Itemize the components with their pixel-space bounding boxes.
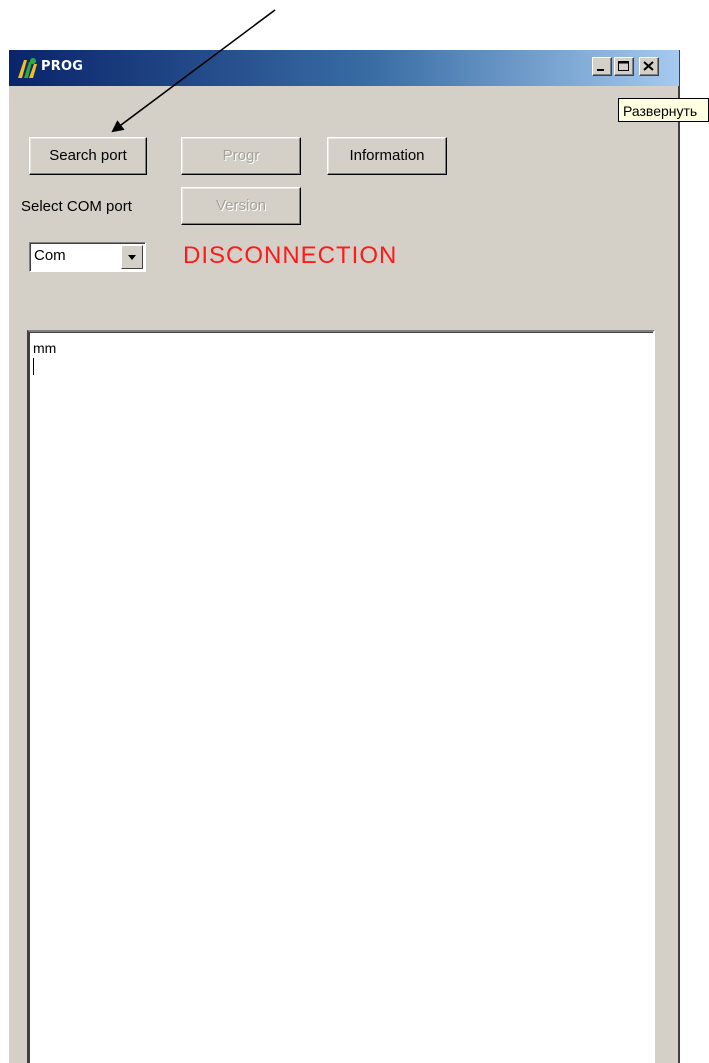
maximize-button[interactable] <box>614 57 634 76</box>
dropdown-button[interactable] <box>121 245 143 269</box>
close-icon <box>643 61 654 71</box>
maximize-icon <box>618 61 629 71</box>
minimize-button[interactable] <box>592 57 612 76</box>
chevron-down-icon <box>128 255 136 260</box>
version-button[interactable]: Version <box>181 187 301 225</box>
connection-status: DISCONNECTION <box>183 242 398 269</box>
screenshot-stage: PROG Search port Progr Information Selec… <box>0 0 709 1063</box>
log-text: mm <box>33 340 57 356</box>
window-title: PROG <box>41 59 84 74</box>
text-caret <box>33 358 34 375</box>
com-port-value: Com <box>34 247 66 264</box>
log-textarea[interactable]: mm <box>27 330 655 1063</box>
minimize-icon <box>597 69 604 71</box>
com-port-select[interactable]: Com <box>29 242 146 272</box>
close-button[interactable] <box>639 57 659 76</box>
maximize-tooltip: Развернуть <box>618 98 709 122</box>
app-logo-icon <box>15 56 41 80</box>
information-button[interactable]: Information <box>327 137 447 175</box>
title-bar[interactable]: PROG <box>9 50 679 86</box>
prog-window: PROG Search port Progr Information Selec… <box>8 50 680 1063</box>
select-com-port-label: Select COM port <box>21 198 132 215</box>
progr-button[interactable]: Progr <box>181 137 301 175</box>
search-port-button[interactable]: Search port <box>29 137 147 175</box>
